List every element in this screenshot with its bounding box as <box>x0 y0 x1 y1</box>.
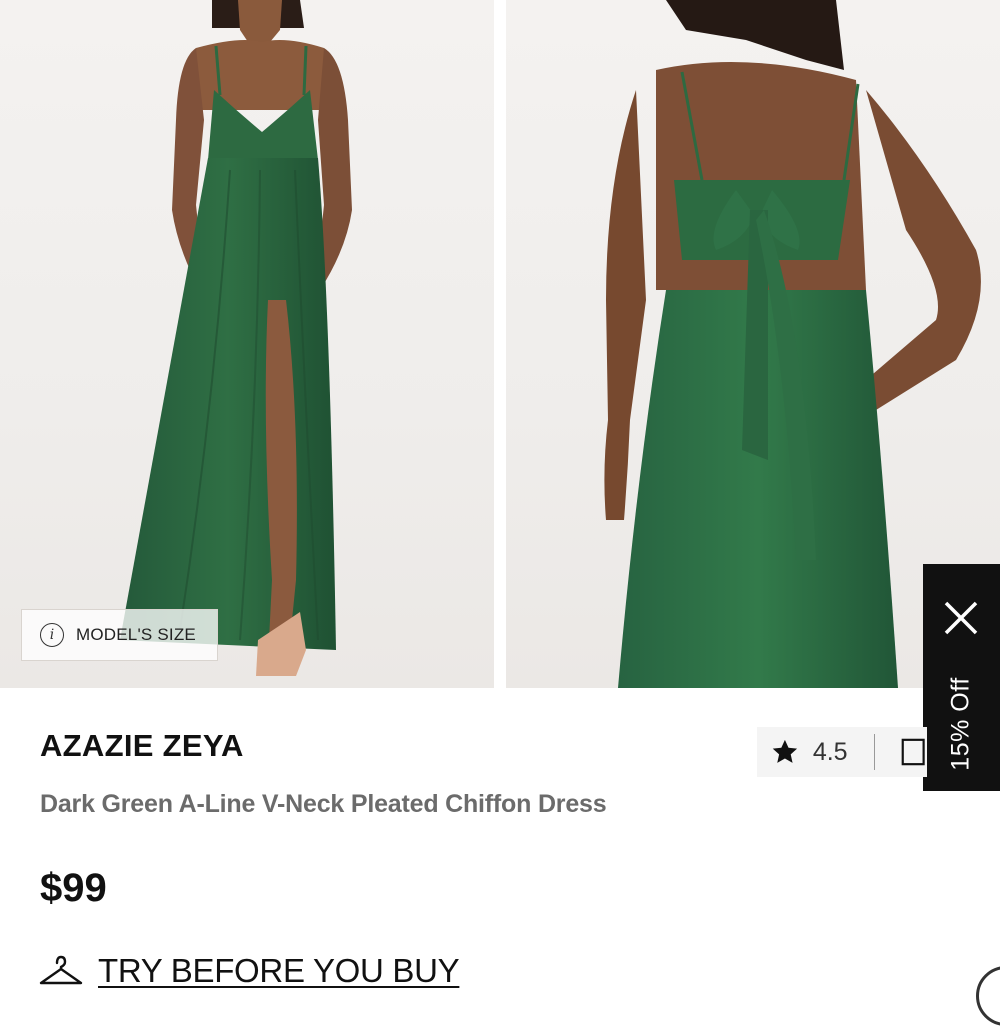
product-image-front[interactable]: i MODEL'S SIZE <box>0 0 494 688</box>
model-front-illustration <box>120 0 352 676</box>
try-before-you-buy-link[interactable]: TRY BEFORE YOU BUY <box>38 952 460 990</box>
promo-label: 15% Off <box>946 677 975 771</box>
chat-icon[interactable] <box>976 966 1000 1026</box>
model-size-button-front[interactable]: i MODEL'S SIZE <box>21 609 218 661</box>
rating-divider <box>873 734 875 770</box>
product-price: $99 <box>40 866 107 910</box>
info-icon: i <box>40 623 64 647</box>
close-icon[interactable] <box>941 598 981 638</box>
hanger-icon <box>39 955 83 985</box>
product-gallery[interactable]: i MODEL'S SIZE <box>0 0 1000 688</box>
product-title: Dark Green A-Line V-Neck Pleated Chiffon… <box>40 790 607 818</box>
model-size-label: MODEL'S SIZE <box>76 625 196 644</box>
rating-summary[interactable]: 4.5 <box>757 727 927 777</box>
try-before-label: TRY BEFORE YOU BUY <box>98 952 460 989</box>
rating-value: 4.5 <box>812 737 848 766</box>
product-brand: AZAZIE ZEYA <box>40 728 244 763</box>
star-icon <box>772 739 798 763</box>
photo-review-icon[interactable] <box>901 735 927 769</box>
promo-discount-tab[interactable]: 15% Off <box>923 564 1000 791</box>
